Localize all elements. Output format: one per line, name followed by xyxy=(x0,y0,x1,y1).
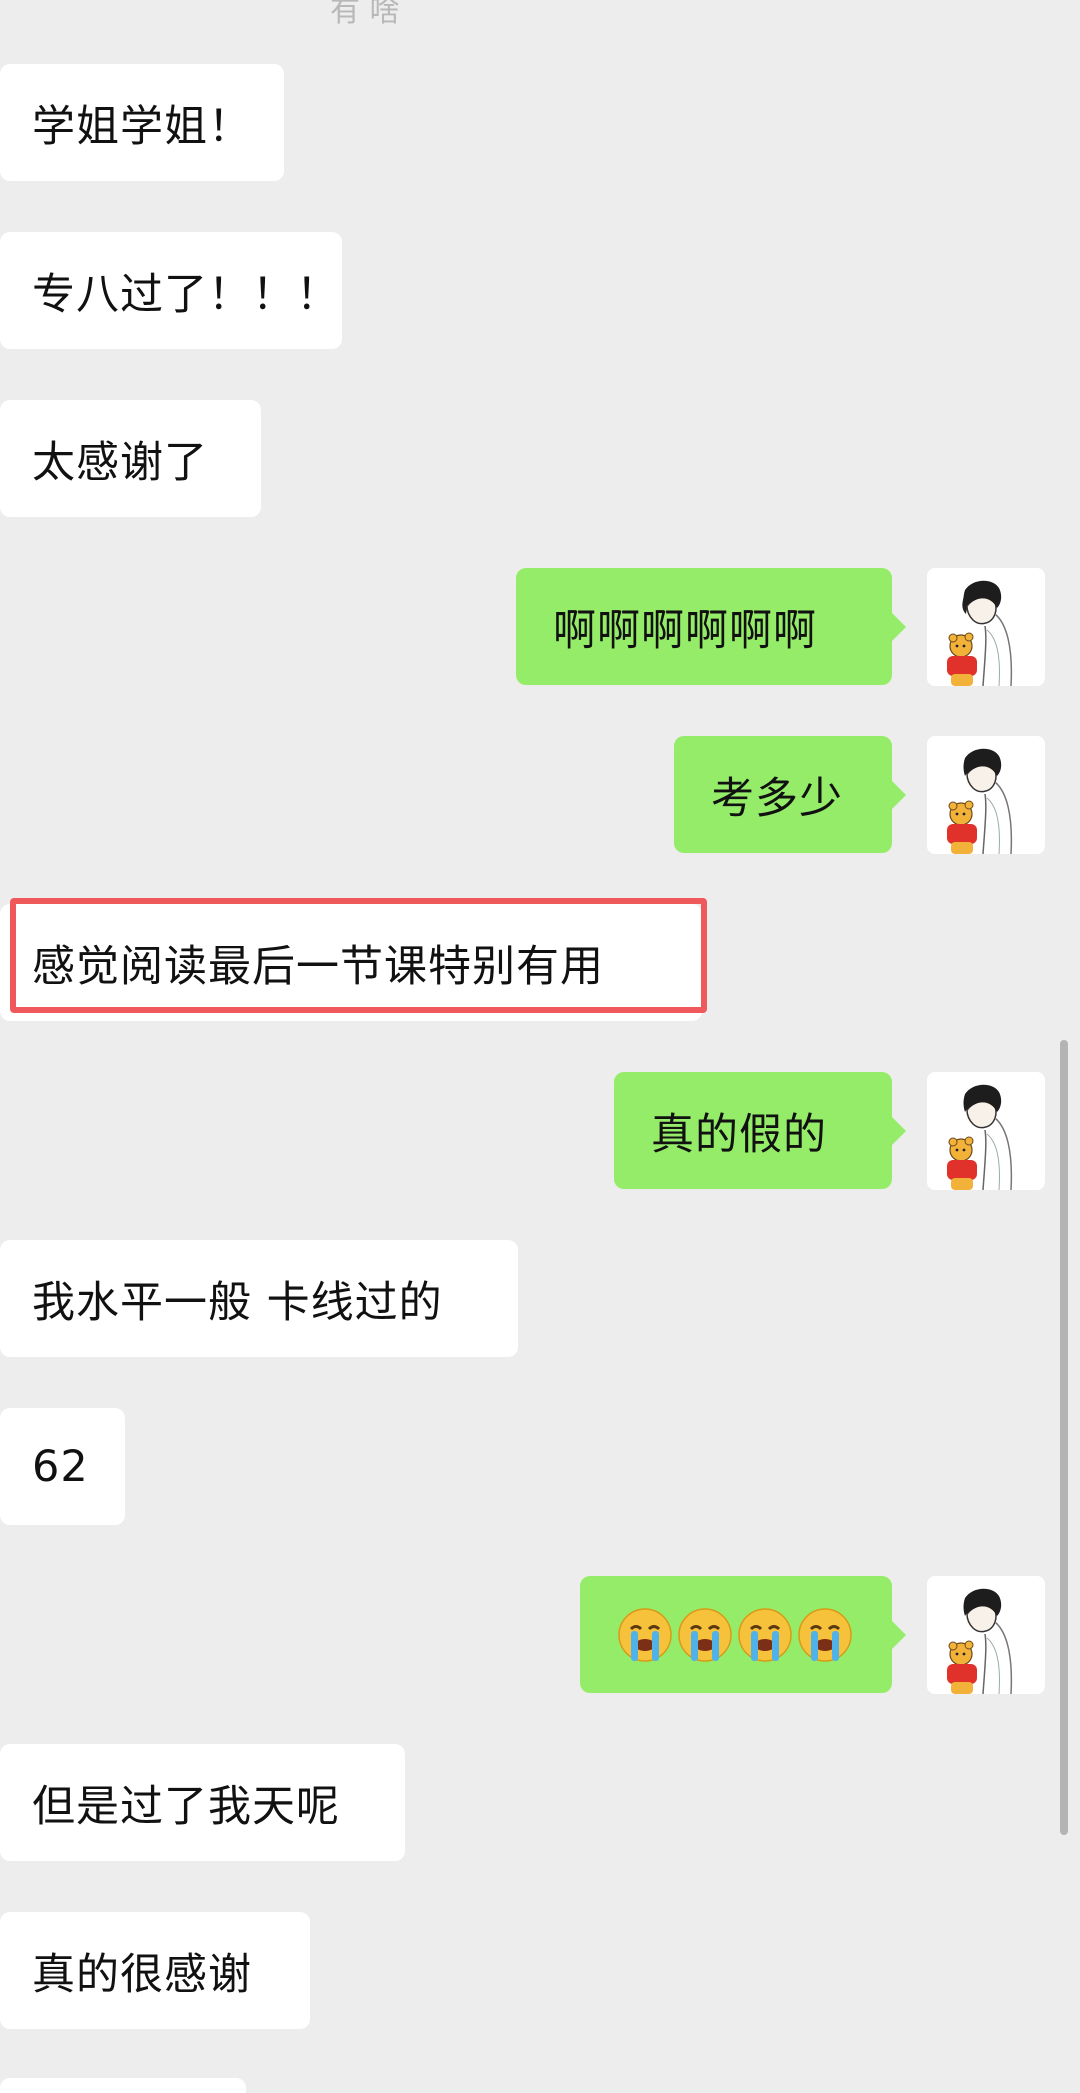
received-message-bubble[interactable]: 62 xyxy=(0,1408,125,1525)
boy-with-winnie-the-pooh-avatar-icon xyxy=(947,1588,1013,1694)
user-avatar[interactable] xyxy=(927,1576,1045,1694)
message-text: 62 xyxy=(32,1441,89,1492)
message-text: 真的很感谢 xyxy=(32,1949,252,2000)
chat-message-list[interactable]: 有 啥 学姐学姐！ 专八过了！！！ 太感谢了 啊啊啊啊啊啊 考多少 感觉阅读最后… xyxy=(0,0,1080,2093)
received-message-bubble[interactable]: 感觉阅读最后一节课特别有用 xyxy=(0,904,702,1021)
received-message-bubble[interactable]: 太感谢了 xyxy=(0,400,261,517)
sent-message-bubble[interactable]: 啊啊啊啊啊啊 xyxy=(516,568,906,685)
received-message-bubble[interactable]: 真的很感谢 xyxy=(0,1912,310,2029)
message-text: 真的假的 xyxy=(651,1109,827,1160)
emoji-row xyxy=(617,1607,853,1663)
message-row: 考多少 xyxy=(0,736,1080,854)
user-avatar[interactable] xyxy=(927,568,1045,686)
message-row: 啊啊啊啊啊啊 xyxy=(0,568,1080,686)
received-message-bubble[interactable]: 专八过了！！！ xyxy=(0,232,342,349)
message-text: 太感谢了 xyxy=(32,437,208,488)
message-text: 考多少 xyxy=(711,773,843,824)
message-row xyxy=(0,1576,1080,1694)
scrollbar[interactable] xyxy=(1060,1040,1068,1835)
loudly-crying-face-icon xyxy=(798,1607,852,1662)
received-message-bubble[interactable] xyxy=(0,2078,246,2093)
sent-message-bubble[interactable]: 考多少 xyxy=(674,736,906,853)
loudly-crying-face-icon xyxy=(618,1607,672,1662)
message-text: 专八过了！！！ xyxy=(32,269,340,320)
received-message-bubble[interactable]: 我水平一般 卡线过的 xyxy=(0,1240,518,1357)
sent-message-bubble[interactable] xyxy=(580,1576,906,1693)
message-row: 真的假的 xyxy=(0,1072,1080,1190)
timestamp-fragment: 有 啥 xyxy=(330,0,400,29)
message-text: 啊啊啊啊啊啊 xyxy=(553,605,817,656)
user-avatar[interactable] xyxy=(927,1072,1045,1190)
boy-with-winnie-the-pooh-avatar-icon xyxy=(947,1084,1013,1190)
message-text: 我水平一般 卡线过的 xyxy=(32,1277,443,1328)
loudly-crying-face-icon xyxy=(678,1607,732,1662)
message-text: 感觉阅读最后一节课特别有用 xyxy=(32,941,604,992)
loudly-crying-face-icon xyxy=(738,1607,792,1662)
boy-with-winnie-the-pooh-avatar-icon xyxy=(947,580,1013,686)
sent-message-bubble[interactable]: 真的假的 xyxy=(614,1072,906,1189)
received-message-bubble[interactable]: 但是过了我天呢 xyxy=(0,1744,405,1861)
boy-with-winnie-the-pooh-avatar-icon xyxy=(947,748,1013,854)
message-text: 学姐学姐！ xyxy=(32,101,252,152)
user-avatar[interactable] xyxy=(927,736,1045,854)
received-message-bubble[interactable]: 学姐学姐！ xyxy=(0,64,284,181)
message-text: 但是过了我天呢 xyxy=(32,1781,340,1832)
